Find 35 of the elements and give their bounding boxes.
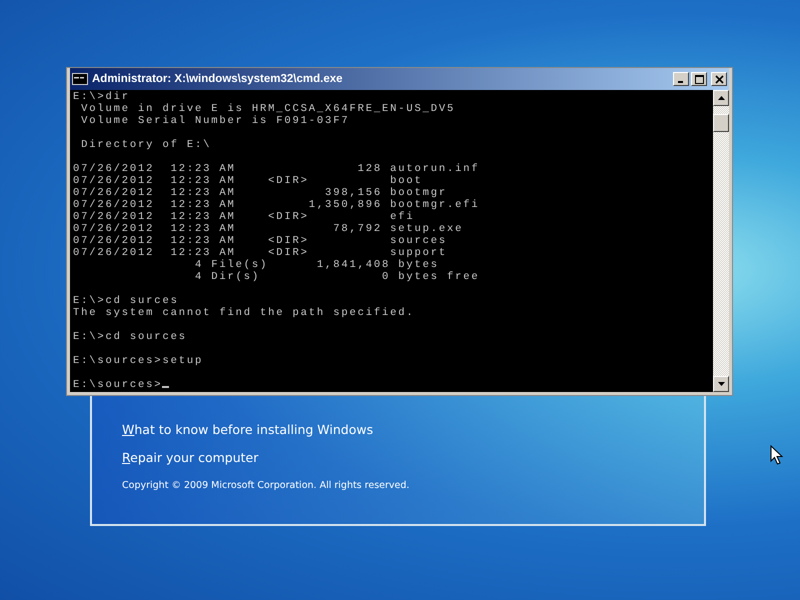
close-button[interactable] (711, 72, 727, 86)
console-line: 07/26/2012 12:23 AM 128 autorun.inf (73, 163, 480, 175)
mouse-pointer-icon (770, 445, 784, 465)
setup-link[interactable]: What to know before installing Windows (122, 422, 374, 437)
console-line: E:\>cd surces (73, 295, 179, 307)
up-arrow-icon (718, 96, 724, 100)
maximize-icon (694, 74, 704, 84)
console-line: 07/26/2012 12:23 AM 78,792 setup.exe (73, 223, 464, 235)
setup-link[interactable]: Repair your computer (122, 450, 258, 465)
console-line: 4 File(s) 1,841,408 bytes (194, 259, 439, 271)
console-line: 07/26/2012 12:23 AM 398,156 bootmgr (73, 187, 448, 199)
window-title: Administrator: X:\windows\system32\cmd.exe (92, 73, 343, 85)
console-line: Volume in drive E is HRM_CCSA_X64FRE_EN-US_DV5 (80, 103, 456, 115)
console-line: The system cannot find the path specified. (73, 307, 415, 319)
console-line: Directory of E:\ (80, 139, 212, 151)
console-line: E:\sources>setup (73, 355, 204, 367)
copyright-text: Copyright © 2009 Microsoft Corporation. All rights reserved. (122, 480, 410, 491)
console-line: E:\>dir (73, 91, 130, 103)
close-icon (714, 74, 724, 84)
console-line: E:\>cd sources (73, 331, 187, 343)
console-line: 07/26/2012 12:23 AM 1,350,896 bootmgr.efi (73, 199, 480, 211)
scroll-up-button[interactable] (713, 90, 729, 106)
scroll-down-button[interactable] (713, 376, 729, 392)
console-line: 07/26/2012 12:23 AM <DIR> support (73, 247, 448, 259)
scroll-thumb[interactable] (713, 114, 729, 132)
console-line: 07/26/2012 12:23 AM <DIR> boot (73, 175, 423, 187)
console-line: E:\sources> (73, 379, 162, 391)
minimize-button[interactable] (673, 72, 689, 86)
down-arrow-icon (718, 382, 724, 386)
console-line: 07/26/2012 12:23 AM <DIR> sources (73, 235, 448, 247)
maximize-button[interactable] (691, 72, 707, 86)
console-line: 07/26/2012 12:23 AM <DIR> efi (73, 211, 415, 223)
console-line: Volume Serial Number is F091-03F7 (80, 115, 350, 127)
console-app-icon (72, 73, 88, 85)
console-line: 4 Dir(s) 0 bytes free (194, 271, 480, 283)
